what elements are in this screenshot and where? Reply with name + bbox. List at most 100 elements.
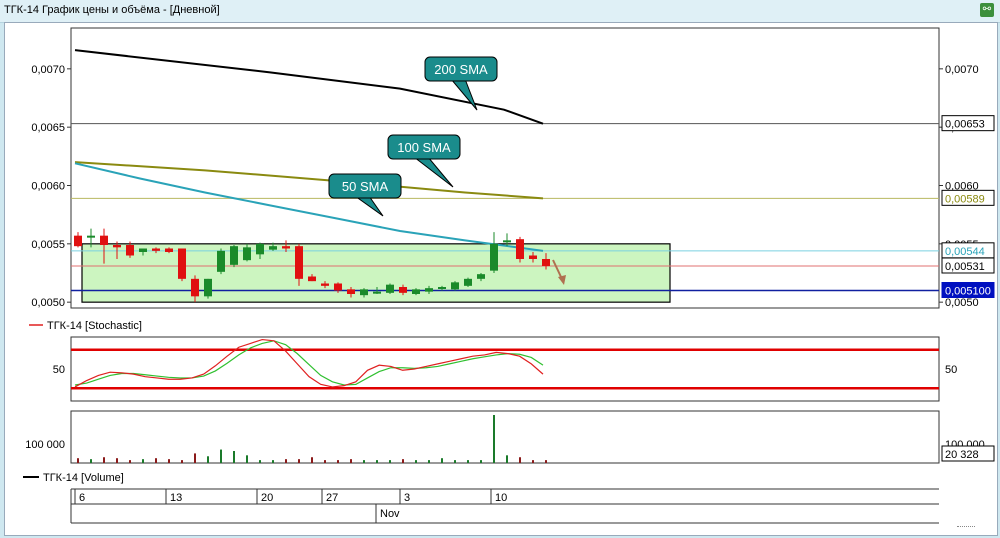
candle-body	[269, 246, 277, 250]
chart-area[interactable]: 0,00700,00700,00650,00650,00600,00600,00…	[4, 22, 998, 536]
volume-bar	[454, 460, 456, 463]
volume-bar	[311, 457, 313, 463]
candle-body	[191, 278, 199, 297]
last-price-tag: 0,00531	[945, 261, 985, 273]
volume-bar	[467, 460, 469, 463]
price-y-tick-label: 0,0065	[31, 122, 65, 134]
candle-body	[503, 240, 511, 243]
x-day-tick-label: 3	[404, 492, 410, 504]
candle-body	[256, 243, 264, 255]
sma200-callout-label: 200 SMA	[434, 62, 488, 77]
candle-body	[152, 248, 160, 251]
price-y-tick-label-right: 0,0050	[945, 297, 979, 309]
volume-bar	[285, 459, 287, 463]
candle-body	[529, 255, 537, 259]
volume-bar	[506, 455, 508, 463]
stoch-panel-frame	[70, 336, 940, 402]
volume-bar	[324, 460, 326, 463]
volume-bar	[90, 459, 92, 463]
volume-bar	[168, 459, 170, 463]
sma50-line	[74, 162, 544, 252]
price-y-tick-label: 0,0055	[31, 239, 65, 251]
candle-body	[399, 287, 407, 293]
sma200-price-tag: 0,00653	[945, 119, 985, 131]
stoch-d-line	[74, 340, 544, 386]
price-y-tick-label: 0,0060	[31, 181, 65, 193]
volume-bar	[363, 460, 365, 463]
candle-body	[308, 276, 316, 282]
volume-bar	[194, 453, 196, 463]
x-month-label: Nov	[380, 508, 400, 520]
candle-body	[334, 283, 342, 291]
candle-body	[451, 282, 459, 290]
volume-bar	[428, 460, 430, 463]
candle-body	[386, 284, 394, 293]
candle-body	[126, 245, 134, 256]
volume-bar	[298, 459, 300, 463]
volume-bar	[272, 460, 274, 463]
stoch-y-tick-label: 50	[53, 364, 65, 376]
volume-bar	[402, 459, 404, 463]
candle-body	[217, 250, 225, 272]
candle-body	[243, 247, 251, 261]
volume-bar	[493, 415, 495, 463]
x-day-tick-label: 27	[326, 492, 338, 504]
candle-body	[295, 246, 303, 279]
sma100-callout-label: 100 SMA	[397, 140, 451, 155]
stoch-y-tick-label-right: 50	[945, 364, 957, 376]
candle-body	[360, 289, 368, 296]
volume-last-value: 20 328	[945, 449, 979, 461]
candle-body	[204, 278, 212, 297]
volume-bar	[155, 458, 157, 463]
volume-bar	[350, 459, 352, 463]
volume-bar	[116, 458, 118, 463]
candle-body	[516, 239, 524, 259]
candle-body	[490, 243, 498, 271]
volume-bar	[246, 455, 248, 463]
candle-body	[542, 259, 550, 266]
volume-bar	[233, 451, 235, 463]
volume-bar	[103, 457, 105, 463]
candle-body	[165, 248, 173, 252]
price-y-tick-label-right: 0,0070	[945, 64, 979, 76]
volume-panel-frame	[70, 410, 940, 464]
x-day-tick-label: 20	[261, 492, 273, 504]
volume-bar	[545, 460, 547, 463]
volume-bar	[77, 458, 79, 463]
candle-body	[438, 287, 446, 289]
x-day-tick-label: 6	[79, 492, 85, 504]
candle-body	[139, 248, 147, 252]
support-price-tag: 0,005100	[945, 286, 991, 298]
chart-link-icon[interactable]: ⚯	[980, 3, 994, 17]
stoch-legend-label: ТГК-14 [Stochastic]	[47, 320, 142, 332]
candle-body	[464, 278, 472, 286]
volume-bar	[207, 456, 209, 463]
candle-body	[87, 235, 95, 238]
sma50-callout-pointer	[353, 195, 384, 217]
sma200-callout-pointer	[449, 78, 478, 111]
sma50-price-tag: 0,00544	[945, 246, 985, 258]
price-y-tick-label: 0,0070	[31, 64, 65, 76]
candle-body	[373, 291, 381, 294]
volume-bar	[480, 460, 482, 463]
volume-bar	[389, 460, 391, 463]
volume-bar	[337, 460, 339, 463]
window-title: ТГК-14 График цены и объёма - [Дневной]	[4, 4, 220, 16]
window-titlebar: ТГК-14 График цены и объёма - [Дневной] …	[0, 0, 1000, 23]
volume-bar	[376, 460, 378, 463]
resize-grip[interactable]	[957, 526, 975, 531]
sma100-price-tag: 0,00589	[945, 193, 985, 205]
x-day-tick-label: 13	[170, 492, 182, 504]
volume-bar	[220, 449, 222, 463]
candle-body	[412, 289, 420, 294]
chart-svg[interactable]: 0,00700,00700,00650,00650,00600,00600,00…	[5, 23, 997, 535]
volume-bar	[532, 460, 534, 463]
candle-body	[230, 246, 238, 265]
volume-bar	[259, 460, 261, 463]
candle-body	[477, 274, 485, 279]
volume-bar	[519, 457, 521, 463]
candle-body	[321, 283, 329, 286]
x-day-tick-label: 10	[495, 492, 507, 504]
candle-body	[74, 235, 82, 247]
volume-legend-label: ТГК-14 [Volume]	[43, 472, 124, 484]
